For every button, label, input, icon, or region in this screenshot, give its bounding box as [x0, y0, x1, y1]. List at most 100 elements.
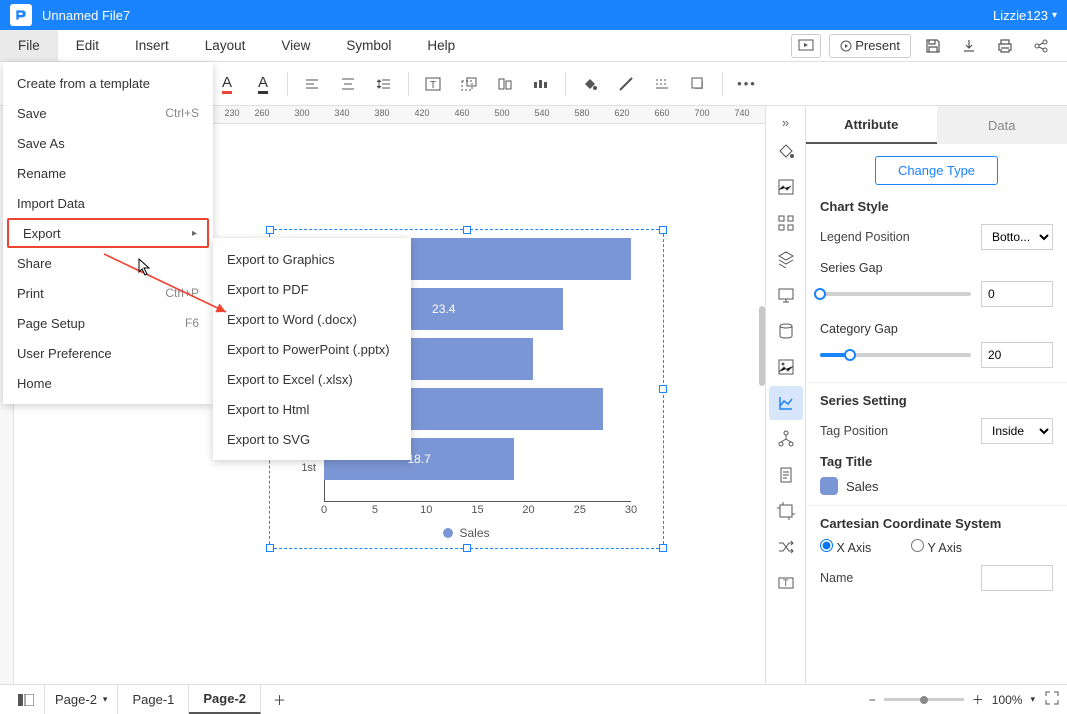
distribute-icon[interactable]: [525, 69, 557, 99]
resize-handle[interactable]: [463, 226, 471, 234]
collapse-icon[interactable]: »: [782, 112, 789, 132]
side-toolbar: » T: [765, 106, 805, 684]
export-option[interactable]: Export to Html: [213, 394, 411, 424]
page-tab[interactable]: Page-2: [189, 685, 261, 714]
fullscreen-icon[interactable]: [1045, 691, 1059, 708]
shuffle-tool-icon[interactable]: [769, 530, 803, 564]
menu-item[interactable]: Rename: [3, 158, 213, 188]
user-menu[interactable]: Lizzie123: [993, 8, 1057, 23]
menu-help[interactable]: Help: [409, 30, 473, 61]
font-color-icon[interactable]: A: [211, 69, 243, 99]
chart-tool-icon[interactable]: [769, 386, 803, 420]
export-option[interactable]: Export to Excel (.xlsx): [213, 364, 411, 394]
menu-item[interactable]: Import Data: [3, 188, 213, 218]
page-layout-icon[interactable]: [8, 685, 45, 714]
size-icon[interactable]: [453, 69, 485, 99]
menu-item[interactable]: PrintCtrl+P: [3, 278, 213, 308]
shadow-icon[interactable]: [682, 69, 714, 99]
tree-tool-icon[interactable]: [769, 422, 803, 456]
category-gap-input[interactable]: [981, 342, 1053, 368]
align-v-icon[interactable]: [332, 69, 364, 99]
fill-tool-icon[interactable]: [769, 134, 803, 168]
series-gap-input[interactable]: [981, 281, 1053, 307]
present-tool-icon[interactable]: [769, 278, 803, 312]
resize-handle[interactable]: [659, 544, 667, 552]
menu-item[interactable]: Home: [3, 368, 213, 398]
highlight-icon[interactable]: A: [247, 69, 279, 99]
line-style-icon[interactable]: [646, 69, 678, 99]
export-option[interactable]: Export to PDF: [213, 274, 411, 304]
fill-icon[interactable]: [574, 69, 606, 99]
menu-item[interactable]: User Preference: [3, 338, 213, 368]
crop-tool-icon[interactable]: [769, 494, 803, 528]
resize-handle[interactable]: [266, 544, 274, 552]
menu-item[interactable]: Save As: [3, 128, 213, 158]
text-box-icon[interactable]: T: [417, 69, 449, 99]
zoom-value[interactable]: 100%: [992, 693, 1023, 707]
series-gap-slider[interactable]: [820, 292, 971, 296]
slideshow-button[interactable]: [791, 34, 821, 58]
legend-position-select[interactable]: Botto...: [981, 224, 1053, 250]
zoom-slider[interactable]: [884, 698, 964, 701]
layers-tool-icon[interactable]: [769, 242, 803, 276]
save-icon[interactable]: [915, 30, 951, 62]
align-obj-icon[interactable]: [489, 69, 521, 99]
axis-name-input[interactable]: [981, 565, 1053, 591]
export-option[interactable]: Export to SVG: [213, 424, 411, 454]
scrollbar[interactable]: [759, 306, 765, 386]
present-button[interactable]: Present: [829, 34, 911, 58]
properties-panel: Attribute Data Change Type Chart Style L…: [805, 106, 1067, 684]
zoom-in-icon[interactable]: ＋: [972, 691, 984, 708]
menu-view[interactable]: View: [263, 30, 328, 61]
menu-insert[interactable]: Insert: [117, 30, 187, 61]
add-page-button[interactable]: ＋: [261, 690, 298, 709]
xaxis-radio[interactable]: X Axis: [820, 539, 871, 555]
page-tool-icon[interactable]: [769, 458, 803, 492]
align-h-icon[interactable]: [296, 69, 328, 99]
picture-tool-icon[interactable]: [769, 350, 803, 384]
resize-handle[interactable]: [463, 544, 471, 552]
table-tool-icon[interactable]: [769, 314, 803, 348]
resize-handle[interactable]: [659, 385, 667, 393]
tab-data[interactable]: Data: [937, 106, 1067, 144]
menu-layout[interactable]: Layout: [187, 30, 264, 61]
section-title: Cartesian Coordinate System: [820, 516, 1053, 531]
text-tool-icon[interactable]: T: [769, 566, 803, 600]
resize-handle[interactable]: [266, 226, 274, 234]
category-gap-slider[interactable]: [820, 353, 971, 357]
page-select[interactable]: Page-2▾: [45, 685, 118, 714]
series-item[interactable]: Sales: [820, 477, 1053, 495]
share-icon[interactable]: [1023, 30, 1059, 62]
y-tick: 1st: [301, 462, 316, 474]
menu-item[interactable]: Create from a template: [3, 68, 213, 98]
tab-attribute[interactable]: Attribute: [806, 106, 937, 144]
more-icon[interactable]: •••: [731, 69, 763, 99]
zoom-out-icon[interactable]: −: [869, 693, 876, 707]
change-type-button[interactable]: Change Type: [875, 156, 998, 185]
x-tick: 15: [471, 504, 483, 516]
image-tool-icon[interactable]: [769, 170, 803, 204]
menubar: File Edit Insert Layout View Symbol Help…: [0, 30, 1067, 62]
line-spacing-icon[interactable]: [368, 69, 400, 99]
yaxis-radio[interactable]: Y Axis: [911, 539, 962, 555]
export-option[interactable]: Export to Graphics: [213, 244, 411, 274]
menu-item-export[interactable]: Export▸: [7, 218, 209, 248]
download-icon[interactable]: [951, 30, 987, 62]
grid-tool-icon[interactable]: [769, 206, 803, 240]
resize-handle[interactable]: [659, 226, 667, 234]
chart-legend: Sales: [282, 526, 651, 540]
page-tab[interactable]: Page-1: [118, 685, 189, 714]
tag-position-select[interactable]: Inside: [981, 418, 1053, 444]
tag-title-label: Tag Title: [820, 454, 1053, 469]
print-icon[interactable]: [987, 30, 1023, 62]
menu-edit[interactable]: Edit: [58, 30, 117, 61]
menu-item[interactable]: Share: [3, 248, 213, 278]
menu-symbol[interactable]: Symbol: [328, 30, 409, 61]
menu-item[interactable]: SaveCtrl+S: [3, 98, 213, 128]
x-tick: 25: [574, 504, 586, 516]
export-option[interactable]: Export to Word (.docx): [213, 304, 411, 334]
menu-file[interactable]: File: [0, 30, 58, 61]
menu-item[interactable]: Page SetupF6: [3, 308, 213, 338]
line-icon[interactable]: [610, 69, 642, 99]
export-option[interactable]: Export to PowerPoint (.pptx): [213, 334, 411, 364]
